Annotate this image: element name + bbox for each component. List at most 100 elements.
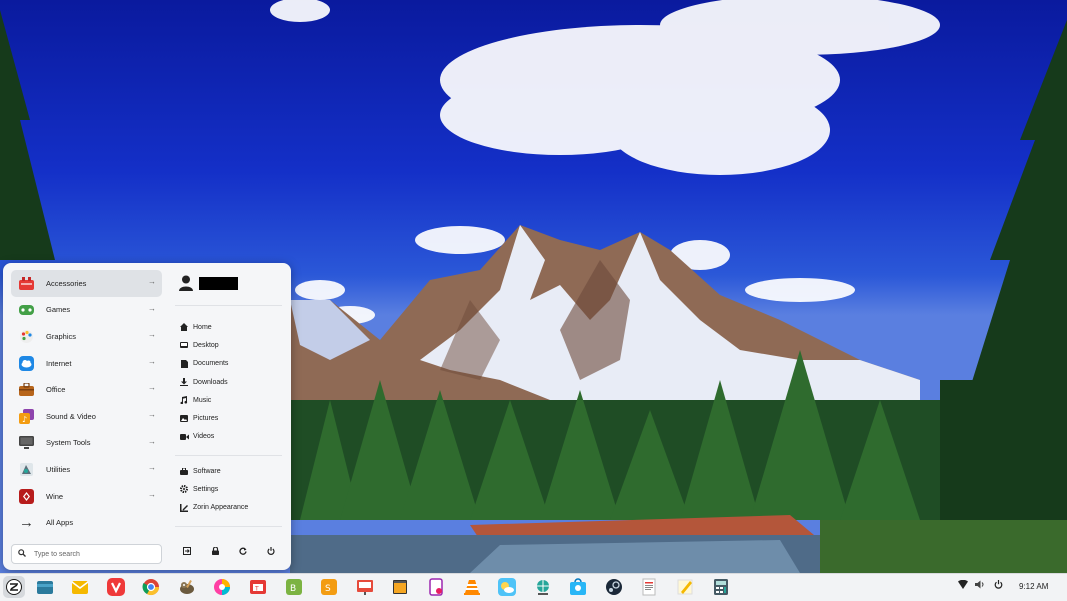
home-icon [179, 323, 189, 332]
vlc-icon[interactable] [463, 578, 481, 596]
volume-icon [975, 580, 984, 589]
place-videos[interactable]: Videos [179, 428, 228, 446]
arrow-right-icon: → [148, 436, 156, 446]
zorin-menu-button[interactable] [3, 576, 25, 598]
category-system-tools[interactable]: System Tools → [11, 430, 162, 457]
weather-icon[interactable] [498, 578, 516, 596]
category-label: System Tools [46, 438, 91, 448]
arrow-right-icon: → [148, 409, 156, 419]
text-editor-icon[interactable] [676, 578, 694, 596]
arrow-right-icon: → [148, 463, 156, 473]
clock[interactable]: 9:12 AM [1019, 582, 1048, 591]
category-wine[interactable]: Wine → [11, 483, 162, 510]
files-icon[interactable] [36, 578, 54, 596]
category-list: Accessories → Games → Graphics → Interne… [11, 270, 162, 535]
maps-icon[interactable] [534, 578, 552, 596]
downloads-icon [179, 378, 189, 387]
places-list: Home Desktop Documents Downloads Music P… [179, 318, 228, 446]
system-tools-icon [19, 435, 34, 450]
category-label: Wine [46, 491, 64, 501]
screen-recorder-icon[interactable] [427, 578, 445, 596]
separator [175, 305, 282, 306]
wine-icon [19, 488, 34, 504]
log-out-icon [183, 547, 191, 555]
all-apps-label: All Apps [46, 517, 74, 527]
settings-icon [179, 485, 189, 494]
category-label: Games [46, 305, 71, 315]
user-avatar-icon [179, 275, 193, 291]
all-apps-button[interactable]: → All Apps [11, 509, 162, 535]
places-column: Home Desktop Documents Downloads Music P… [173, 263, 285, 570]
zorin-menu-icon [6, 579, 22, 595]
svg-text:S: S [325, 584, 331, 594]
svg-text:T: T [254, 586, 259, 593]
category-sound-video[interactable]: ♪ Sound & Video → [11, 403, 162, 430]
power-icon [994, 580, 1003, 589]
system-label: Settings [193, 485, 219, 493]
place-label: Music [193, 396, 212, 404]
lock-icon [211, 547, 219, 555]
power-icon [267, 547, 275, 555]
category-graphics[interactable]: Graphics → [11, 323, 162, 350]
place-label: Documents [193, 360, 229, 368]
restart-button[interactable] [229, 541, 257, 561]
system-appearance[interactable]: Zorin Appearance [179, 499, 248, 517]
lock-button[interactable] [201, 541, 229, 561]
category-office[interactable]: Office → [11, 376, 162, 403]
place-downloads[interactable]: Downloads [179, 373, 228, 391]
gimp-icon[interactable] [178, 578, 196, 596]
place-label: Desktop [193, 341, 219, 349]
category-label: Office [46, 385, 66, 395]
chrome-icon[interactable] [142, 578, 160, 596]
utilities-icon [19, 462, 34, 477]
office-icon [19, 382, 34, 397]
place-music[interactable]: Music [179, 391, 228, 409]
arrow-right-icon: → [148, 489, 156, 499]
search-input[interactable] [34, 550, 144, 558]
mail-icon[interactable] [71, 578, 89, 596]
place-label: Downloads [193, 378, 228, 386]
start-menu: Accessories → Games → Graphics → Interne… [3, 263, 291, 570]
vivaldi-icon[interactable] [107, 578, 125, 596]
system-tray[interactable] [958, 580, 1003, 589]
user-button[interactable] [179, 275, 238, 291]
category-internet[interactable]: Internet → [11, 350, 162, 377]
archive-icon[interactable] [391, 578, 409, 596]
category-games[interactable]: Games → [11, 297, 162, 324]
place-pictures[interactable]: Pictures [179, 409, 228, 427]
arrow-right-icon: → [148, 303, 156, 313]
place-label: Videos [193, 433, 215, 441]
color-picker-icon[interactable] [213, 578, 231, 596]
system-settings[interactable]: Settings [179, 480, 248, 498]
place-documents[interactable]: Documents [179, 355, 228, 373]
store-icon[interactable] [569, 578, 587, 596]
presentation-icon[interactable] [356, 578, 374, 596]
session-buttons [173, 541, 285, 561]
system-software[interactable]: Software [179, 462, 248, 480]
document-viewer-icon[interactable] [640, 578, 658, 596]
place-home[interactable]: Home [179, 318, 228, 336]
power-off-button[interactable] [257, 541, 285, 561]
svg-text:♪: ♪ [22, 415, 27, 424]
system-label: Zorin Appearance [193, 504, 249, 512]
wifi-icon [958, 580, 968, 589]
tasks-icon[interactable]: T [249, 578, 267, 596]
category-accessories[interactable]: Accessories → [11, 270, 162, 297]
search-box[interactable] [11, 544, 162, 564]
place-desktop[interactable]: Desktop [179, 336, 228, 354]
system-list: Software Settings Zorin Appearance [179, 462, 248, 517]
graphics-icon [19, 329, 34, 344]
office-suite-icon[interactable]: S [320, 578, 338, 596]
log-out-button[interactable] [173, 541, 201, 561]
arrow-right-icon: → [148, 330, 156, 340]
restart-icon [239, 547, 247, 555]
category-utilities[interactable]: Utilities → [11, 456, 162, 483]
category-label: Internet [46, 358, 72, 368]
calculator-icon[interactable] [712, 578, 730, 596]
category-label: Sound & Video [46, 411, 96, 421]
steam-icon[interactable] [605, 578, 623, 596]
category-label: Graphics [46, 331, 77, 341]
category-label: Accessories [46, 278, 87, 288]
desktop-icon [179, 341, 189, 349]
ebook-icon[interactable]: B [285, 578, 303, 596]
